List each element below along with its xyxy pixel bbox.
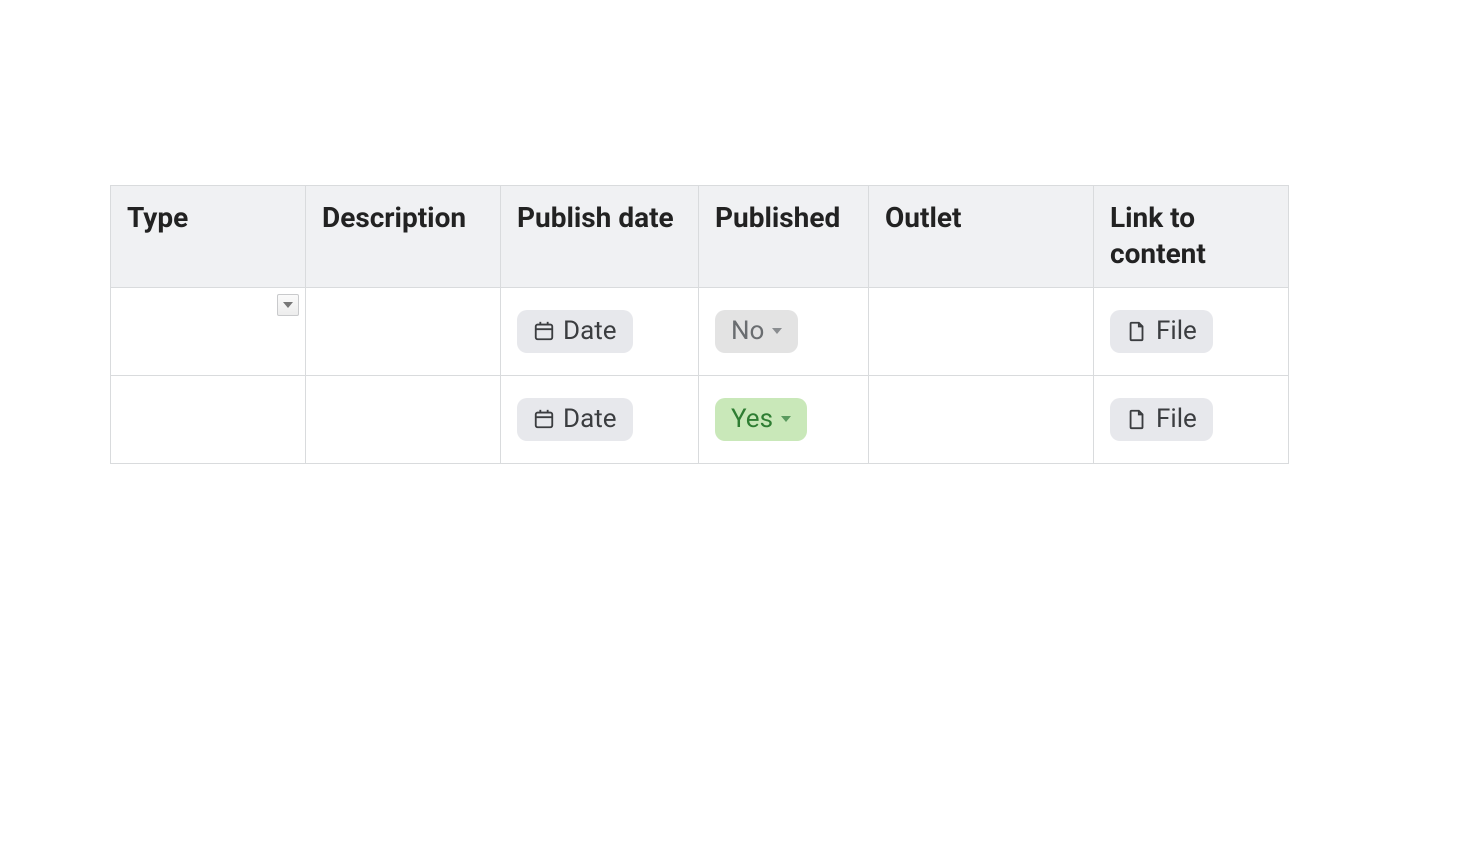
cell-link-to-content: File (1094, 375, 1289, 463)
published-label: Yes (731, 404, 773, 435)
file-icon (1126, 320, 1148, 342)
cell-link-to-content: File (1094, 287, 1289, 375)
calendar-icon (533, 408, 555, 430)
cell-type[interactable] (111, 375, 306, 463)
cell-description[interactable] (306, 287, 501, 375)
date-picker[interactable]: Date (517, 398, 633, 441)
table-row: Date No File (111, 287, 1289, 375)
cell-outlet[interactable] (869, 375, 1094, 463)
header-outlet: Outlet (869, 186, 1094, 288)
file-icon (1126, 408, 1148, 430)
cell-publish-date: Date (501, 375, 699, 463)
header-description: Description (306, 186, 501, 288)
file-picker[interactable]: File (1110, 398, 1213, 441)
file-label: File (1156, 316, 1197, 347)
date-label: Date (563, 404, 617, 435)
file-picker[interactable]: File (1110, 310, 1213, 353)
cell-description[interactable] (306, 375, 501, 463)
header-link-to-content: Link to content (1094, 186, 1289, 288)
chevron-down-icon (283, 302, 293, 308)
type-dropdown-button[interactable] (277, 294, 299, 316)
header-type: Type (111, 186, 306, 288)
table-row: Date Yes File (111, 375, 1289, 463)
published-select[interactable]: No (715, 310, 798, 353)
cell-publish-date: Date (501, 287, 699, 375)
chevron-down-icon (781, 416, 791, 422)
cell-type[interactable] (111, 287, 306, 375)
date-label: Date (563, 316, 617, 347)
published-select[interactable]: Yes (715, 398, 807, 441)
file-label: File (1156, 404, 1197, 435)
published-label: No (731, 316, 764, 347)
chevron-down-icon (772, 328, 782, 334)
calendar-icon (533, 320, 555, 342)
header-publish-date: Publish date (501, 186, 699, 288)
cell-published: No (699, 287, 869, 375)
header-published: Published (699, 186, 869, 288)
content-table: Type Description Publish date Published … (110, 185, 1289, 464)
date-picker[interactable]: Date (517, 310, 633, 353)
cell-outlet[interactable] (869, 287, 1094, 375)
table-body: Date No File Date Yes File (111, 287, 1289, 463)
cell-published: Yes (699, 375, 869, 463)
